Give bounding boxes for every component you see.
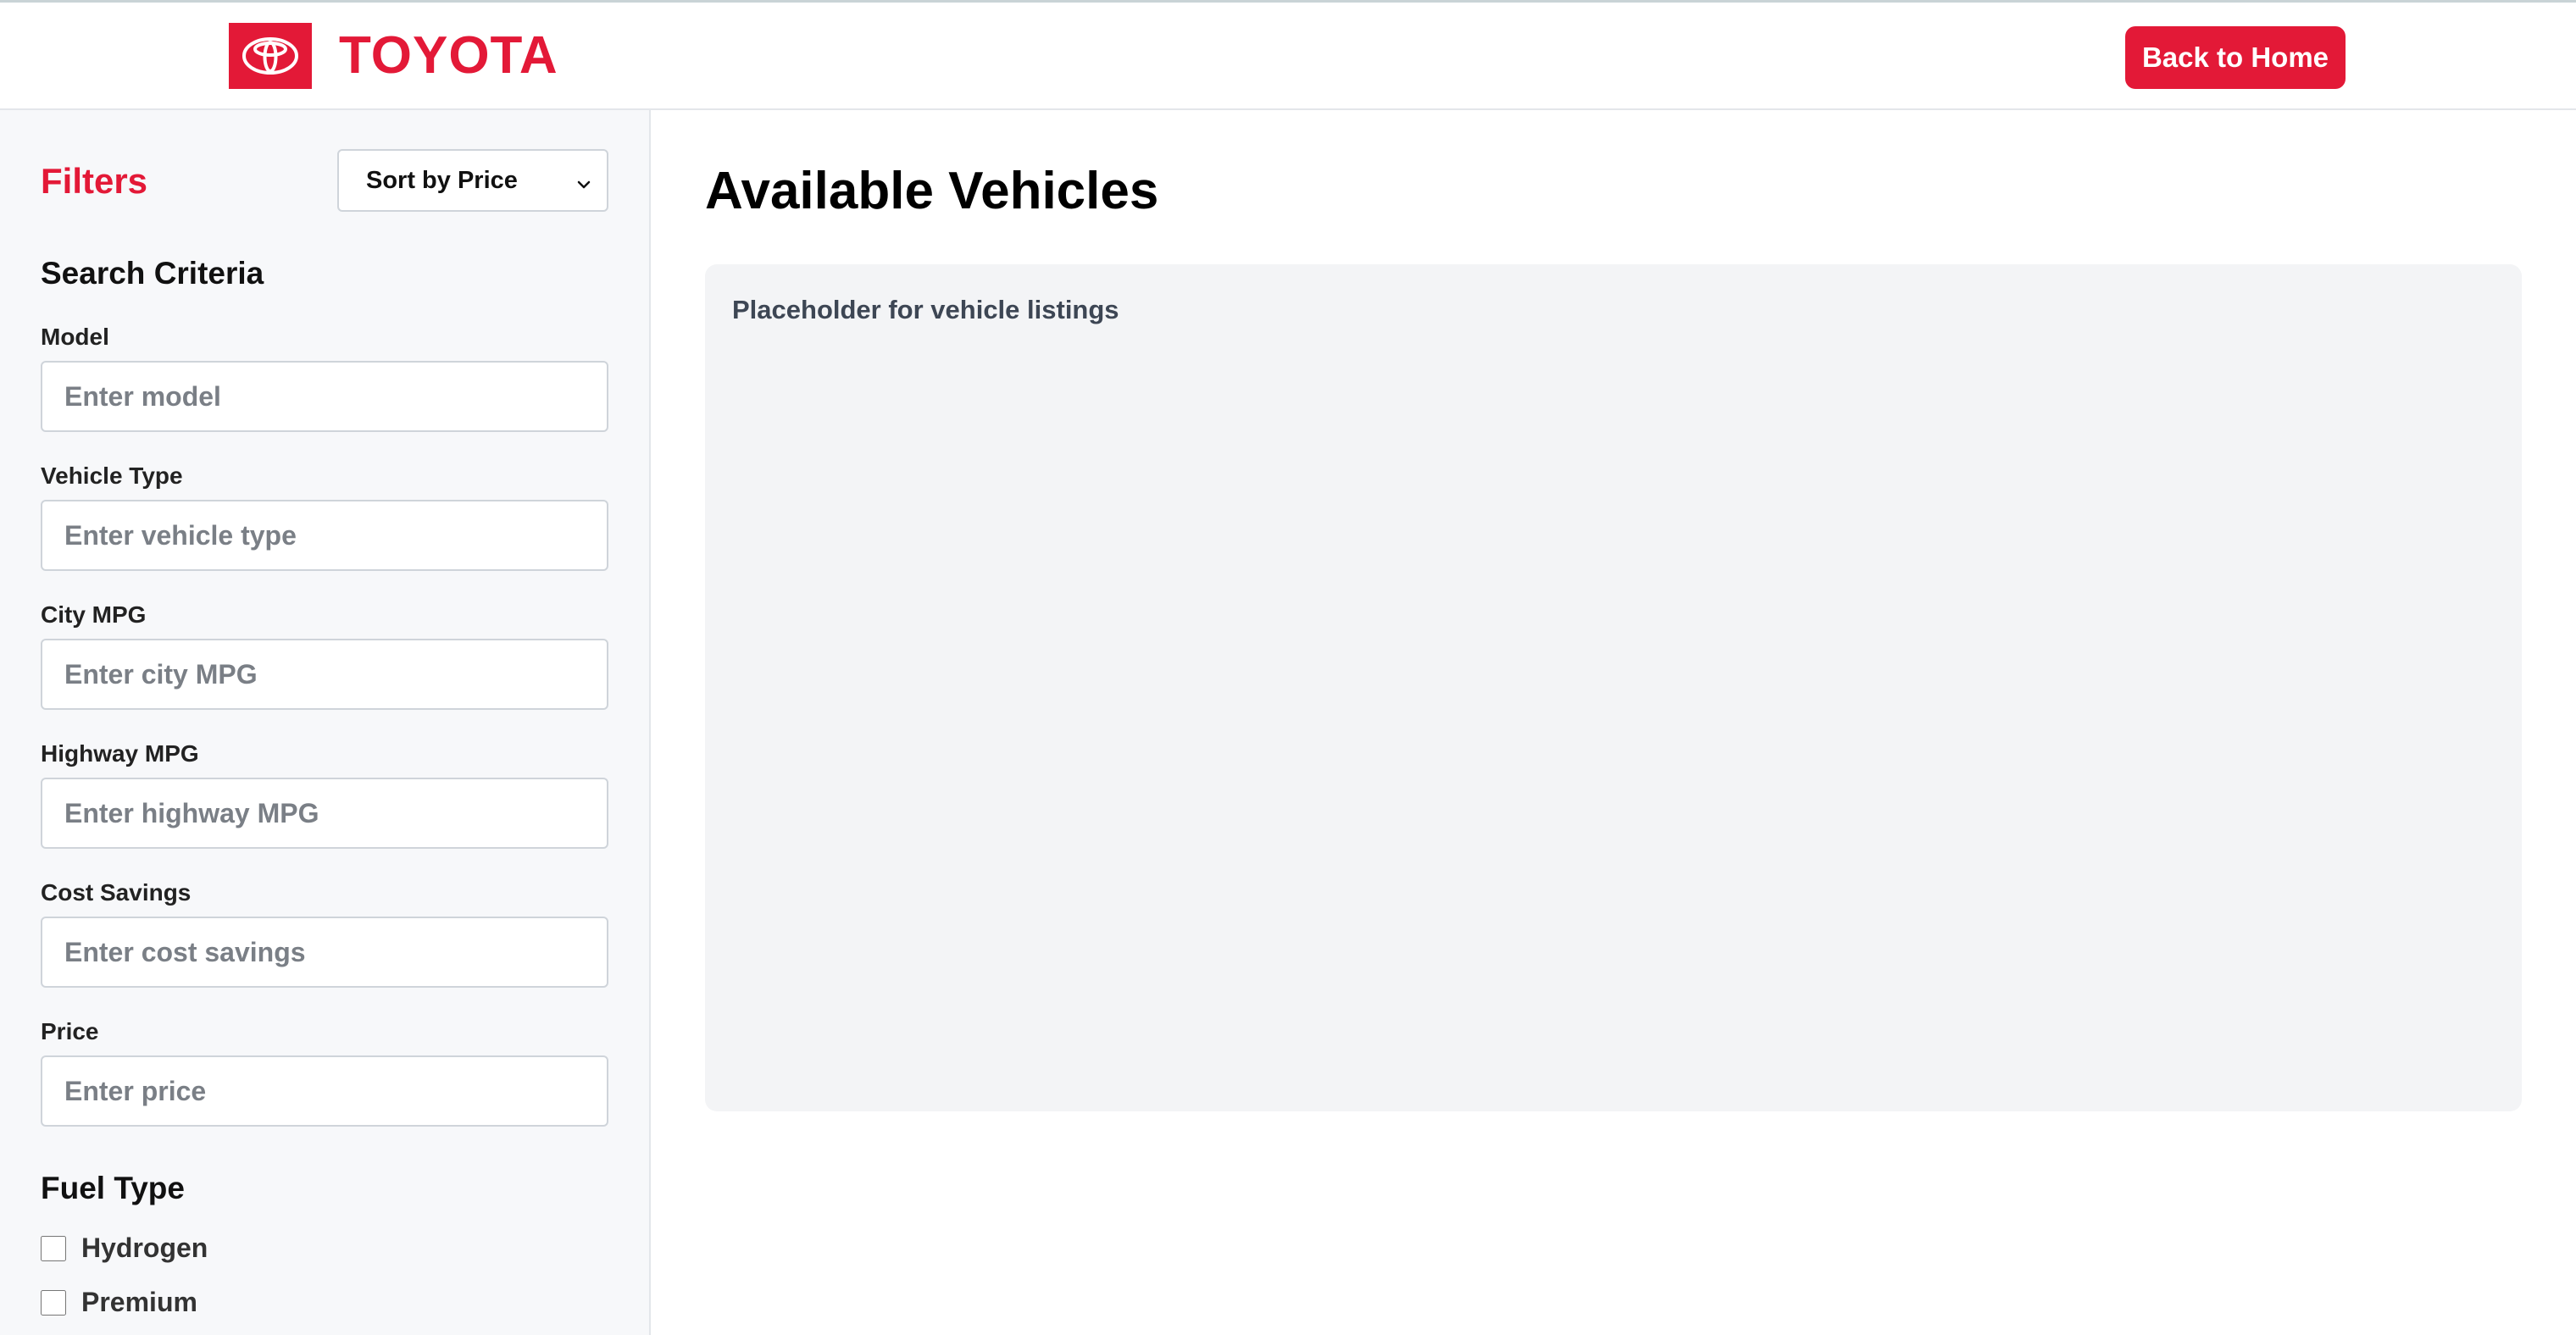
brand-name: TOYOTA [339,26,558,85]
vehicle-type-label: Vehicle Type [41,463,183,489]
city-mpg-input[interactable] [41,639,608,710]
fuel-type-premium[interactable]: Premium [41,1287,197,1318]
toyota-emblem-icon [229,23,312,89]
vehicle-type-input[interactable] [41,500,608,571]
hydrogen-label: Hydrogen [81,1233,208,1263]
model-label: Model [41,324,109,350]
fuel-type-title: Fuel Type [41,1171,185,1205]
chevron-down-icon [575,173,593,201]
premium-checkbox[interactable] [41,1289,66,1316]
back-to-home-button[interactable]: Back to Home [2125,26,2346,89]
search-criteria-title: Search Criteria [41,256,264,291]
price-label: Price [41,1018,99,1044]
fuel-type-hydrogen[interactable]: Hydrogen [41,1233,208,1264]
filters-title: Filters [41,161,148,201]
sort-select[interactable]: Sort by Price [337,149,608,212]
sort-select-value: Sort by Price [366,166,518,194]
premium-label: Premium [81,1287,197,1317]
hydrogen-checkbox[interactable] [41,1235,66,1261]
city-mpg-label: City MPG [41,601,147,628]
brand[interactable]: TOYOTA [229,23,558,89]
cost-savings-input[interactable] [41,917,608,988]
highway-mpg-label: Highway MPG [41,740,199,767]
model-input[interactable] [41,361,608,432]
cost-savings-label: Cost Savings [41,879,192,906]
top-bar: TOYOTA Back to Home [0,0,2576,110]
filters-sidebar: Filters Sort by Price Search Criteria Mo… [0,110,651,1335]
vehicle-listings: Placeholder for vehicle listings [705,264,2522,1111]
highway-mpg-input[interactable] [41,778,608,849]
price-input[interactable] [41,1055,608,1127]
listings-placeholder-text: Placeholder for vehicle listings [732,295,1119,324]
page-title: Available Vehicles [705,162,1159,220]
